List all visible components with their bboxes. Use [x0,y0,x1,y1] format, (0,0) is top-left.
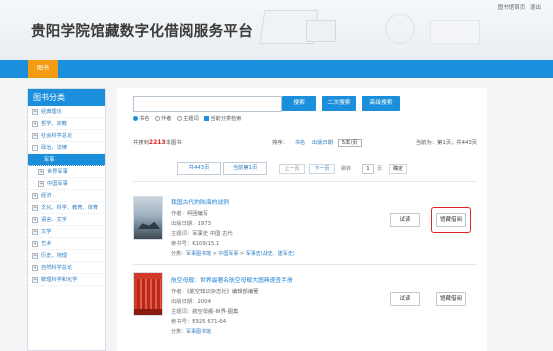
book-subject: 主题词：航空母舰-世界-图集 [171,309,239,315]
site-header: 贵阳学院馆藏数字化借阅服务平台 图书馆首页 退出 [0,0,553,60]
site-title: 贵阳学院馆藏数字化借阅服务平台 [31,24,253,40]
sidebar-item-social-science[interactable]: + 社会科学总论 [28,130,105,142]
category-link[interactable]: 中国军事 [218,251,238,257]
results-panel: 搜索 二次搜索 高级搜索 书名 作者 主题词 当前分类检索 共搜到2213本图书… [117,88,487,351]
radio-icon [155,116,161,121]
book-category-path: 分类：军事图书馆 > 中国军事 > 军事史(战史、建军史) [171,251,295,257]
sort-by-date[interactable]: 出版日期 [312,140,333,146]
expand-icon[interactable]: + [38,168,44,175]
category-sidebar: 图书分类 + 经典理论 + 哲学、宗教 + 社会科学总论 - 政治、法律 军事 + 世界军… [27,88,106,351]
page-number-input[interactable]: 1 [362,164,374,174]
category-link[interactable]: 军事图书馆 [186,251,211,257]
radio-author[interactable]: 作者 [155,116,171,122]
next-page-button[interactable]: 下一页 [309,164,335,174]
library-home-link[interactable]: 图书馆首页 [498,5,526,11]
sidebar-item-art[interactable]: + 艺术 [28,238,105,250]
radio-title[interactable]: 书名 [133,116,149,122]
nav-item-books[interactable]: 图书 [28,60,58,78]
radio-selected-icon [133,116,138,121]
jump-label: 跳转 [341,166,352,172]
sidebar-item-politics-law[interactable]: - 政治、法律 [28,142,105,154]
confirm-page-button[interactable]: 确定 [389,164,407,174]
divider [133,264,477,265]
trial-read-button[interactable]: 试读 [390,292,420,306]
secondary-search-button[interactable]: 二次搜索 [322,96,356,111]
cover-art [138,221,160,229]
page-info: 当前为：第1页，共443页 [415,140,477,146]
sidebar-item-world-military[interactable]: + 世界军事 [28,166,105,178]
total-pages-button[interactable]: 共443页 [177,162,221,175]
cover-art [137,279,161,309]
expand-icon[interactable]: + [32,132,38,139]
top-links: 图书馆首页 退出 [495,3,541,11]
search-options: 书名 作者 主题词 当前分类检索 [133,115,245,122]
advanced-search-button[interactable]: 高级搜索 [362,96,400,111]
book-subject: 主题词：军事史 中国 古代 [171,231,233,237]
book-date: 出版日期：1973 [171,221,211,227]
sidebar-item-literature[interactable]: + 文学 [28,226,105,238]
divider [133,181,477,182]
sidebar-item-military[interactable]: 军事 [28,154,105,166]
book-callno: 索书号：K109/15.1 [171,241,220,247]
collapse-icon[interactable]: - [32,144,38,151]
sidebar-item-philosophy[interactable]: + 哲学、宗教 [28,118,105,130]
expand-icon[interactable]: + [32,192,38,199]
page-unit-label: 页 [377,166,383,172]
radio-icon [177,116,183,121]
expand-icon[interactable]: + [32,216,38,223]
header-decoration-books [430,20,480,44]
highlight-annotation [431,207,471,233]
sidebar-item-china-military[interactable]: + 中国军事 [28,178,105,190]
book-author: 作者：《航空知识杂志社》编辑部编著 [171,289,259,295]
sidebar-item-economy[interactable]: + 经济 [28,190,105,202]
sidebar-title: 图书分类 [28,89,105,106]
main-nav: 图书 [0,60,553,78]
book-callno: 索书号：E925 671-64 [171,319,227,325]
sidebar-item-language[interactable]: + 语言、文字 [28,214,105,226]
search-button[interactable]: 搜索 [282,96,316,111]
sidebar-item-math-chemistry[interactable]: + 数理科学和化学 [28,274,105,286]
expand-icon[interactable]: + [32,108,38,115]
search-input[interactable] [133,96,282,112]
category-link[interactable]: 军事史(战史、建军史) [246,251,295,257]
book-cover[interactable] [133,196,163,240]
book-cover[interactable] [133,272,163,316]
header-decoration-circle [385,14,415,44]
book-title-link[interactable]: 航空母舰：世界最著名航空母舰大图典速查手册 [171,275,293,284]
sort-by-title[interactable]: 书名 [295,140,306,146]
expand-icon[interactable]: + [32,204,38,211]
book-title-link[interactable]: 我国古代的陆海的战例 [171,197,229,206]
result-count-number: 2213 [148,139,166,146]
prev-page-button[interactable]: 上一页 [279,164,305,174]
expand-icon[interactable]: + [38,180,44,187]
sidebar-item-natural-science[interactable]: + 自然科学总论 [28,262,105,274]
trial-read-button[interactable]: 试读 [390,213,420,227]
result-count: 共搜到2213本图书 [133,139,182,146]
borrow-button[interactable]: 馆藏借阅 [436,292,466,306]
current-page-button[interactable]: 当前第1页 [223,162,267,175]
expand-icon[interactable]: + [32,252,38,259]
sort-controls: 排序： 书名 出版日期 5本/页 [272,138,362,147]
sidebar-item-history-geography[interactable]: + 历史、地理 [28,250,105,262]
expand-icon[interactable]: + [32,276,38,283]
current-category-checkbox[interactable]: 当前分类检索 [204,116,241,122]
expand-icon[interactable]: + [32,264,38,271]
book-category-path: 分类：军事图书馆 [171,329,212,335]
book-date: 出版日期：2004 [171,299,211,305]
radio-subject[interactable]: 主题词 [177,116,199,122]
checkbox-checked-icon [204,116,210,121]
header-decoration-screen [306,20,336,42]
per-page-select[interactable]: 5本/页 [337,139,362,147]
expand-icon[interactable]: + [32,228,38,235]
expand-icon[interactable]: + [32,240,38,247]
book-author: 作者：柯团编写 [171,211,209,217]
expand-icon[interactable]: + [32,120,38,127]
sidebar-item-culture-science[interactable]: + 文化、科学、教育、体育 [28,202,105,214]
category-link[interactable]: 军事图书馆 [186,329,211,335]
sidebar-item-classic-theory[interactable]: + 经典理论 [28,106,105,118]
logout-link[interactable]: 退出 [530,5,541,11]
cover-band [134,309,162,315]
